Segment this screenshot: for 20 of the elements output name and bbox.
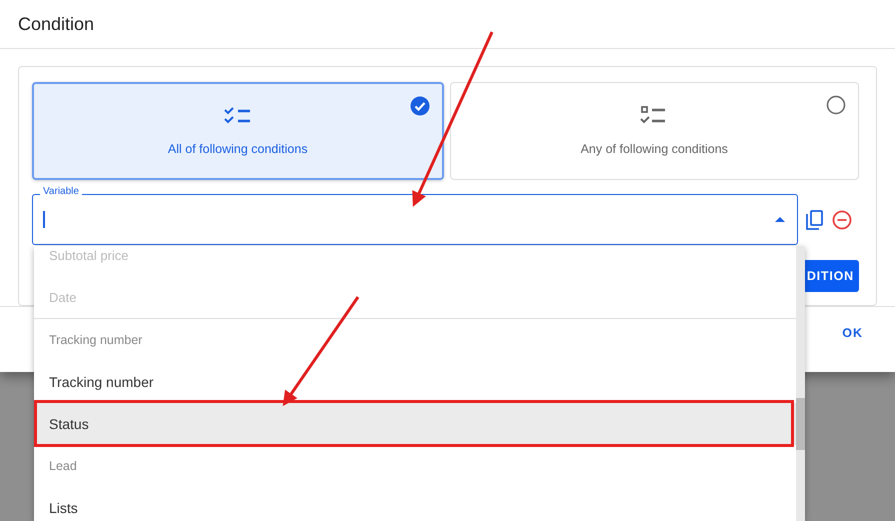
remove-icon[interactable]	[832, 210, 852, 230]
variable-field[interactable]	[32, 194, 798, 245]
group-header: Tracking number	[48, 332, 144, 349]
condition-mode-option[interactable]: All of following conditions	[32, 82, 444, 180]
menu-item[interactable]: Tracking number	[34, 361, 796, 403]
checklist-icon	[224, 106, 252, 126]
condition-mode-option[interactable]: Any of following conditions	[450, 82, 859, 180]
dialog-title: Condition	[18, 14, 94, 34]
scrollbar[interactable]	[796, 246, 805, 521]
option-label: Any of following conditions	[580, 142, 728, 156]
menu-item[interactable]: Lists	[34, 487, 796, 521]
group-header: Lead	[48, 458, 78, 475]
ok-button[interactable]: OK	[842, 322, 863, 344]
radio-icon	[826, 95, 846, 115]
copy-icon[interactable]	[806, 210, 824, 230]
field-label: Variable	[40, 186, 82, 197]
dropdown-caret-icon[interactable]	[775, 217, 785, 222]
menu-item[interactable]: Status	[34, 403, 796, 445]
checked-icon	[410, 96, 430, 116]
option-label: All of following conditions	[168, 142, 308, 156]
